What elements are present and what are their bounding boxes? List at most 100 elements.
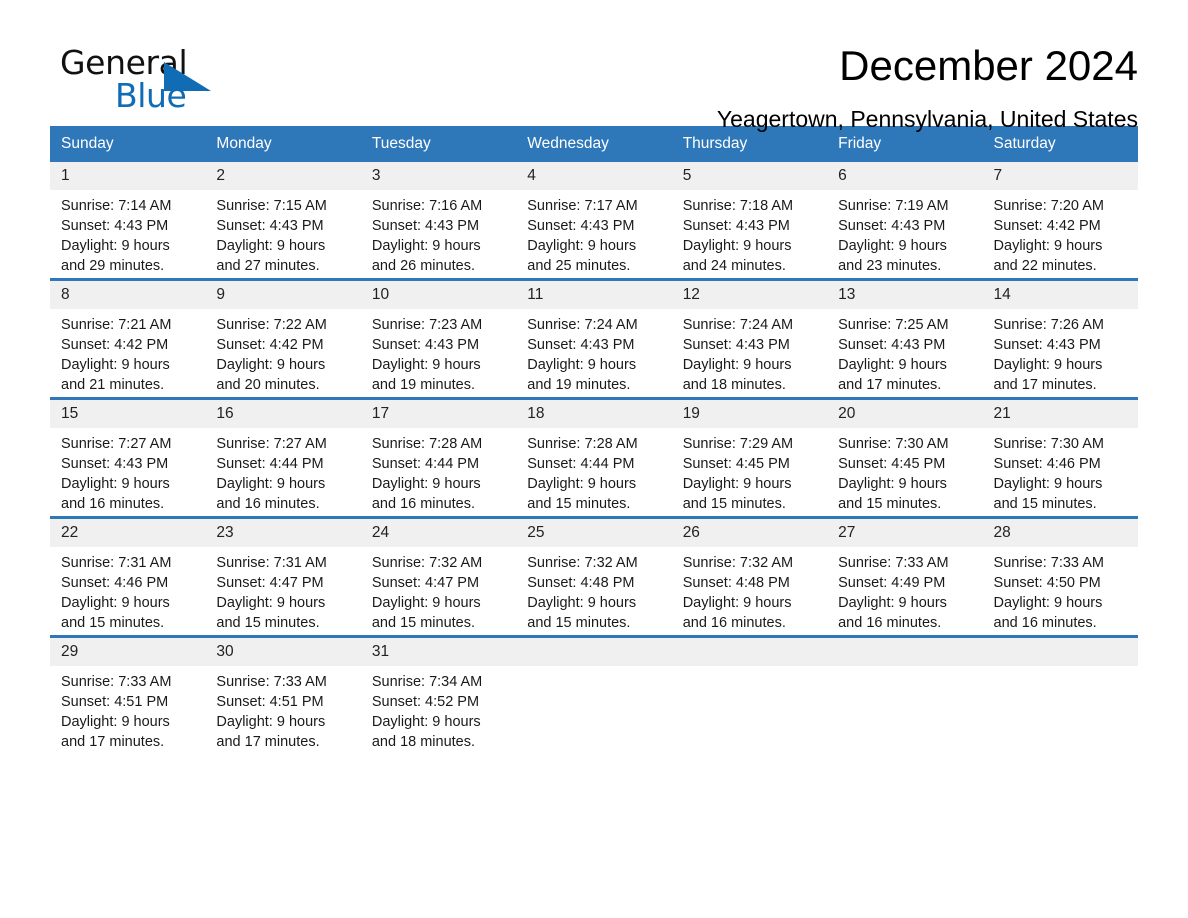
sunset-text: Sunset: 4:42 PM xyxy=(216,337,324,353)
sunrise-text: Sunrise: 7:29 AM xyxy=(682,436,794,452)
day-info: Sunrise: 7:23 AM Sunset: 4:43 PM Dayligh… xyxy=(361,309,516,395)
week-row: 29 Sunrise: 7:33 AM Sunset: 4:51 PM Dayl… xyxy=(50,635,1138,754)
day-cell[interactable]: 22 Sunrise: 7:31 AM Sunset: 4:46 PM Dayl… xyxy=(50,519,206,635)
day-info: Sunrise: 7:30 AM Sunset: 4:45 PM Dayligh… xyxy=(827,428,982,514)
sunrise-text: Sunrise: 7:24 AM xyxy=(682,317,794,333)
sunset-text: Sunset: 4:43 PM xyxy=(371,337,480,353)
day-cell[interactable]: 17 Sunrise: 7:28 AM Sunset: 4:44 PM Dayl… xyxy=(360,400,517,516)
day-number: 23 xyxy=(205,519,361,547)
day-info: Sunrise: 7:33 AM Sunset: 4:49 PM Dayligh… xyxy=(827,547,982,633)
daylight-text-line1: Daylight: 9 hours xyxy=(371,595,481,611)
daylight-text-line1: Daylight: 9 hours xyxy=(61,238,170,254)
day-cell[interactable]: 23 Sunrise: 7:31 AM Sunset: 4:47 PM Dayl… xyxy=(205,519,361,635)
day-cell[interactable]: 1 Sunrise: 7:14 AM Sunset: 4:43 PM Dayli… xyxy=(50,162,206,278)
day-info: Sunrise: 7:28 AM Sunset: 4:44 PM Dayligh… xyxy=(361,428,516,514)
daylight-text-line2: and 16 minutes. xyxy=(993,615,1097,631)
day-info: Sunrise: 7:30 AM Sunset: 4:46 PM Dayligh… xyxy=(983,428,1138,514)
day-cell[interactable]: 18 Sunrise: 7:28 AM Sunset: 4:44 PM Dayl… xyxy=(516,400,672,516)
day-info: Sunrise: 7:31 AM Sunset: 4:46 PM Dayligh… xyxy=(50,547,205,633)
sunrise-text: Sunrise: 7:21 AM xyxy=(61,317,172,333)
daylight-text-line1: Daylight: 9 hours xyxy=(527,595,637,611)
sunset-text: Sunset: 4:44 PM xyxy=(371,456,480,472)
day-number: 13 xyxy=(827,281,983,309)
day-cell[interactable]: 25 Sunrise: 7:32 AM Sunset: 4:48 PM Dayl… xyxy=(516,519,672,635)
day-cell[interactable]: 31 Sunrise: 7:34 AM Sunset: 4:52 PM Dayl… xyxy=(360,638,517,754)
sunset-text: Sunset: 4:43 PM xyxy=(682,218,790,234)
daylight-text-line2: and 15 minutes. xyxy=(993,496,1097,512)
daylight-text-line1: Daylight: 9 hours xyxy=(216,595,326,611)
general-blue-logo[interactable]: General Blue xyxy=(60,46,250,112)
day-cell[interactable]: 11 Sunrise: 7:24 AM Sunset: 4:43 PM Dayl… xyxy=(516,281,672,397)
day-cell[interactable]: 27 Sunrise: 7:33 AM Sunset: 4:49 PM Dayl… xyxy=(827,519,983,635)
day-cell[interactable]: 4 Sunrise: 7:17 AM Sunset: 4:43 PM Dayli… xyxy=(516,162,672,278)
day-number: 20 xyxy=(827,400,983,428)
day-cell[interactable]: 2 Sunrise: 7:15 AM Sunset: 4:43 PM Dayli… xyxy=(205,162,361,278)
daylight-text-line2: and 15 minutes. xyxy=(682,496,786,512)
day-number: 12 xyxy=(671,281,828,309)
day-cell[interactable]: 7 Sunrise: 7:20 AM Sunset: 4:42 PM Dayli… xyxy=(982,162,1138,278)
sunset-text: Sunset: 4:48 PM xyxy=(527,575,635,591)
day-cell[interactable]: 6 Sunrise: 7:19 AM Sunset: 4:43 PM Dayli… xyxy=(827,162,983,278)
day-number: 26 xyxy=(671,519,828,547)
day-info: Sunrise: 7:27 AM Sunset: 4:43 PM Dayligh… xyxy=(50,428,205,514)
sunrise-text: Sunrise: 7:31 AM xyxy=(216,555,327,571)
day-cell[interactable]: 10 Sunrise: 7:23 AM Sunset: 4:43 PM Dayl… xyxy=(360,281,517,397)
sunset-text: Sunset: 4:44 PM xyxy=(216,456,324,472)
day-cell[interactable]: 5 Sunrise: 7:18 AM Sunset: 4:43 PM Dayli… xyxy=(671,162,828,278)
day-cell[interactable]: 16 Sunrise: 7:27 AM Sunset: 4:44 PM Dayl… xyxy=(205,400,361,516)
daylight-text-line2: and 18 minutes. xyxy=(371,734,476,750)
day-number: 22 xyxy=(50,519,206,547)
sunrise-text: Sunrise: 7:32 AM xyxy=(527,555,638,571)
day-number: 16 xyxy=(205,400,361,428)
sunrise-text: Sunrise: 7:33 AM xyxy=(61,674,172,690)
sunset-text: Sunset: 4:43 PM xyxy=(216,218,324,234)
daylight-text-line1: Daylight: 9 hours xyxy=(682,238,792,254)
day-cell[interactable]: 15 Sunrise: 7:27 AM Sunset: 4:43 PM Dayl… xyxy=(50,400,206,516)
sunrise-text: Sunrise: 7:28 AM xyxy=(527,436,638,452)
day-cell[interactable]: 26 Sunrise: 7:32 AM Sunset: 4:48 PM Dayl… xyxy=(671,519,828,635)
day-cell[interactable]: 29 Sunrise: 7:33 AM Sunset: 4:51 PM Dayl… xyxy=(50,638,206,754)
daylight-text-line1: Daylight: 9 hours xyxy=(527,357,637,373)
day-cell[interactable]: 12 Sunrise: 7:24 AM Sunset: 4:43 PM Dayl… xyxy=(671,281,828,397)
day-cell[interactable]: 13 Sunrise: 7:25 AM Sunset: 4:43 PM Dayl… xyxy=(827,281,983,397)
day-number: 1 xyxy=(50,162,206,190)
day-cell[interactable]: 21 Sunrise: 7:30 AM Sunset: 4:46 PM Dayl… xyxy=(982,400,1138,516)
day-cell[interactable]: 30 Sunrise: 7:33 AM Sunset: 4:51 PM Dayl… xyxy=(205,638,361,754)
daylight-text-line2: and 20 minutes. xyxy=(216,377,320,393)
sunset-text: Sunset: 4:42 PM xyxy=(993,218,1101,234)
day-number: 31 xyxy=(360,638,517,666)
sunset-text: Sunset: 4:43 PM xyxy=(527,337,635,353)
sunset-text: Sunset: 4:44 PM xyxy=(527,456,635,472)
daylight-text-line2: and 18 minutes. xyxy=(682,377,786,393)
daylight-text-line2: and 16 minutes. xyxy=(61,496,165,512)
day-number: 2 xyxy=(205,162,361,190)
daylight-text-line2: and 17 minutes. xyxy=(838,377,942,393)
day-cell[interactable]: 19 Sunrise: 7:29 AM Sunset: 4:45 PM Dayl… xyxy=(671,400,828,516)
day-cell[interactable]: 24 Sunrise: 7:32 AM Sunset: 4:47 PM Dayl… xyxy=(360,519,517,635)
daylight-text-line1: Daylight: 9 hours xyxy=(838,357,947,373)
day-cell[interactable]: 9 Sunrise: 7:22 AM Sunset: 4:42 PM Dayli… xyxy=(205,281,361,397)
day-cell[interactable]: 3 Sunrise: 7:16 AM Sunset: 4:43 PM Dayli… xyxy=(360,162,517,278)
sunrise-text: Sunrise: 7:32 AM xyxy=(682,555,794,571)
day-cell[interactable]: 8 Sunrise: 7:21 AM Sunset: 4:42 PM Dayli… xyxy=(50,281,206,397)
daylight-text-line2: and 15 minutes. xyxy=(371,615,476,631)
day-cell[interactable]: 28 Sunrise: 7:33 AM Sunset: 4:50 PM Dayl… xyxy=(982,519,1138,635)
daylight-text-line1: Daylight: 9 hours xyxy=(682,476,792,492)
day-cell[interactable]: 14 Sunrise: 7:26 AM Sunset: 4:43 PM Dayl… xyxy=(982,281,1138,397)
sunrise-text: Sunrise: 7:17 AM xyxy=(527,198,638,214)
sunset-text: Sunset: 4:47 PM xyxy=(371,575,480,591)
sunset-text: Sunset: 4:42 PM xyxy=(61,337,169,353)
daylight-text-line2: and 26 minutes. xyxy=(371,258,476,274)
sunset-text: Sunset: 4:43 PM xyxy=(993,337,1101,353)
day-info: Sunrise: 7:17 AM Sunset: 4:43 PM Dayligh… xyxy=(516,190,671,276)
day-number: 18 xyxy=(516,400,672,428)
day-info: Sunrise: 7:20 AM Sunset: 4:42 PM Dayligh… xyxy=(983,190,1138,276)
sunrise-text: Sunrise: 7:14 AM xyxy=(61,198,172,214)
daylight-text-line1: Daylight: 9 hours xyxy=(993,595,1103,611)
daylight-text-line1: Daylight: 9 hours xyxy=(993,476,1103,492)
day-info xyxy=(827,666,982,752)
day-number: 11 xyxy=(516,281,672,309)
day-cell[interactable]: 20 Sunrise: 7:30 AM Sunset: 4:45 PM Dayl… xyxy=(827,400,983,516)
sunrise-text: Sunrise: 7:19 AM xyxy=(838,198,949,214)
sunrise-text: Sunrise: 7:24 AM xyxy=(527,317,638,333)
